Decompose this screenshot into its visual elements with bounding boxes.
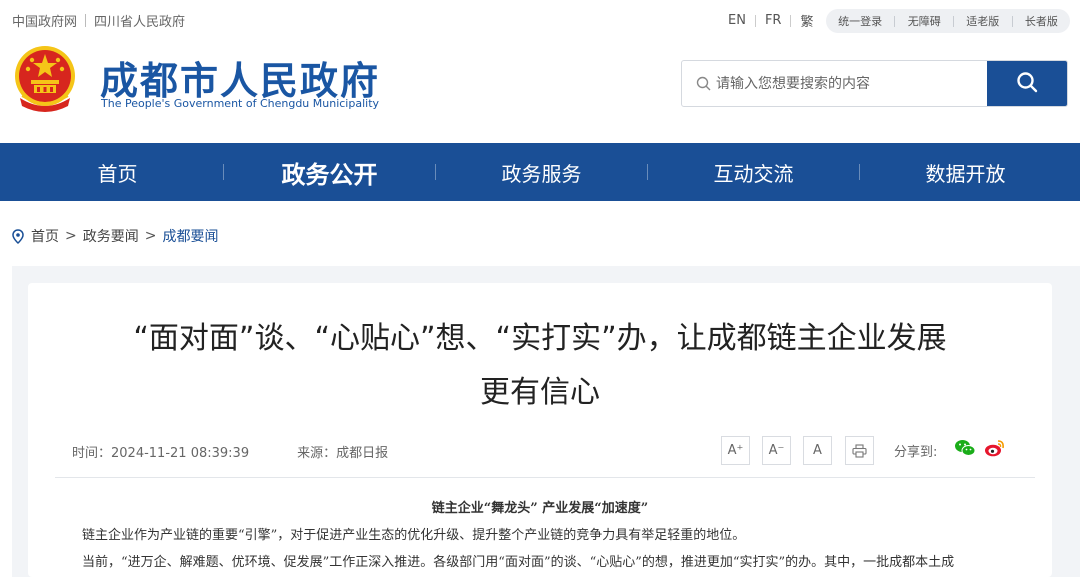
article-title: “面对面”谈、“心贴心”想、“实打实”办，让成都链主企业发展 更有信心 bbox=[28, 312, 1052, 420]
breadcrumb-home[interactable]: 首页 bbox=[31, 226, 59, 246]
time-label: 时间： bbox=[72, 446, 112, 461]
top-utility-bar: 中国政府网 四川省人民政府 EN FR 繁 统一登录 无障碍 适老版 长者版 bbox=[0, 0, 1080, 40]
search-button[interactable] bbox=[987, 61, 1067, 106]
share-label: 分享到: bbox=[894, 445, 938, 460]
breadcrumb-gov-news[interactable]: 政务要闻 bbox=[83, 226, 139, 246]
article-title-line2: 更有信心 bbox=[480, 375, 600, 410]
search-input[interactable] bbox=[716, 61, 986, 106]
nav-interaction[interactable]: 互动交流 bbox=[648, 158, 859, 187]
search-box bbox=[681, 60, 1068, 107]
divider bbox=[790, 14, 792, 27]
unified-login-link[interactable]: 统一登录 bbox=[838, 13, 882, 29]
article-subheading: 链主企业“舞龙头” 产业发展“加速度” bbox=[431, 501, 649, 516]
external-links: 中国政府网 四川省人民政府 bbox=[12, 11, 185, 30]
divider bbox=[894, 15, 896, 27]
breadcrumb-chengdu-news[interactable]: 成都要闻 bbox=[162, 226, 218, 246]
font-default-button[interactable]: A bbox=[803, 436, 832, 465]
accessibility-link[interactable]: 无障碍 bbox=[908, 13, 941, 29]
nav-gov-services[interactable]: 政务服务 bbox=[436, 158, 647, 187]
link-china-gov[interactable]: 中国政府网 bbox=[12, 11, 77, 30]
site-subtitle: The People's Government of Chengdu Munic… bbox=[101, 97, 380, 110]
font-increase-button[interactable]: A⁺ bbox=[721, 436, 750, 465]
lang-fr[interactable]: FR bbox=[765, 13, 782, 28]
accessibility-tools: 统一登录 无障碍 适老版 长者版 bbox=[826, 9, 1070, 33]
source-label: 来源： bbox=[297, 446, 337, 461]
lang-en[interactable]: EN bbox=[728, 13, 746, 28]
link-sichuan-gov[interactable]: 四川省人民政府 bbox=[94, 11, 185, 30]
time-value: 2024-11-21 08:39:39 bbox=[111, 446, 250, 461]
lang-traditional[interactable]: 繁 bbox=[800, 11, 813, 30]
font-decrease-button[interactable]: A⁻ bbox=[762, 436, 791, 465]
meta-divider bbox=[55, 477, 1035, 478]
wechat-share-icon[interactable] bbox=[954, 438, 976, 458]
breadcrumb-separator: > bbox=[65, 228, 77, 244]
location-pin-icon bbox=[12, 228, 24, 244]
weibo-share-icon[interactable] bbox=[984, 438, 1006, 458]
breadcrumb-separator: > bbox=[144, 228, 157, 244]
language-switcher: EN FR 繁 bbox=[728, 11, 813, 30]
nav-gov-affairs-open[interactable]: 政务公开 bbox=[224, 155, 435, 190]
article-meta: 时间：2024-11-21 08:39:39 来源：成都日报 bbox=[72, 442, 388, 461]
elderly-version-link[interactable]: 适老版 bbox=[966, 13, 999, 29]
search-hint-icon bbox=[696, 76, 711, 91]
print-button[interactable] bbox=[845, 436, 874, 465]
nav-home[interactable]: 首页 bbox=[12, 158, 223, 187]
source-value: 成都日报 bbox=[336, 446, 389, 461]
printer-icon bbox=[852, 443, 867, 458]
publish-time: 时间：2024-11-21 08:39:39 bbox=[72, 442, 249, 461]
divider bbox=[1011, 15, 1013, 27]
senior-version-link[interactable]: 长者版 bbox=[1025, 13, 1058, 29]
search-icon bbox=[1016, 71, 1038, 97]
nav-open-data[interactable]: 数据开放 bbox=[860, 158, 1071, 187]
divider bbox=[952, 15, 954, 27]
article-paragraph: 链主企业作为产业链的重要“引擎”，对于促进产业生态的优化升级、提升整个产业链的竞… bbox=[82, 528, 746, 543]
main-nav: 首页 政务公开 政务服务 互动交流 数据开放 bbox=[0, 143, 1080, 201]
article-paragraph: 当前，“进万企、解难题、优环境、促发展”工作正深入推进。各级部门用“面对面”的谈… bbox=[82, 555, 955, 570]
breadcrumb: 首页 > 政务要闻 > 成都要闻 bbox=[12, 226, 218, 246]
article-title-line1: “面对面”谈、“心贴心”想、“实打实”办，让成都链主企业发展 bbox=[133, 321, 947, 356]
article-source: 来源：成都日报 bbox=[297, 442, 388, 461]
divider bbox=[85, 14, 87, 27]
divider bbox=[754, 14, 756, 27]
national-emblem-icon[interactable] bbox=[12, 44, 78, 114]
